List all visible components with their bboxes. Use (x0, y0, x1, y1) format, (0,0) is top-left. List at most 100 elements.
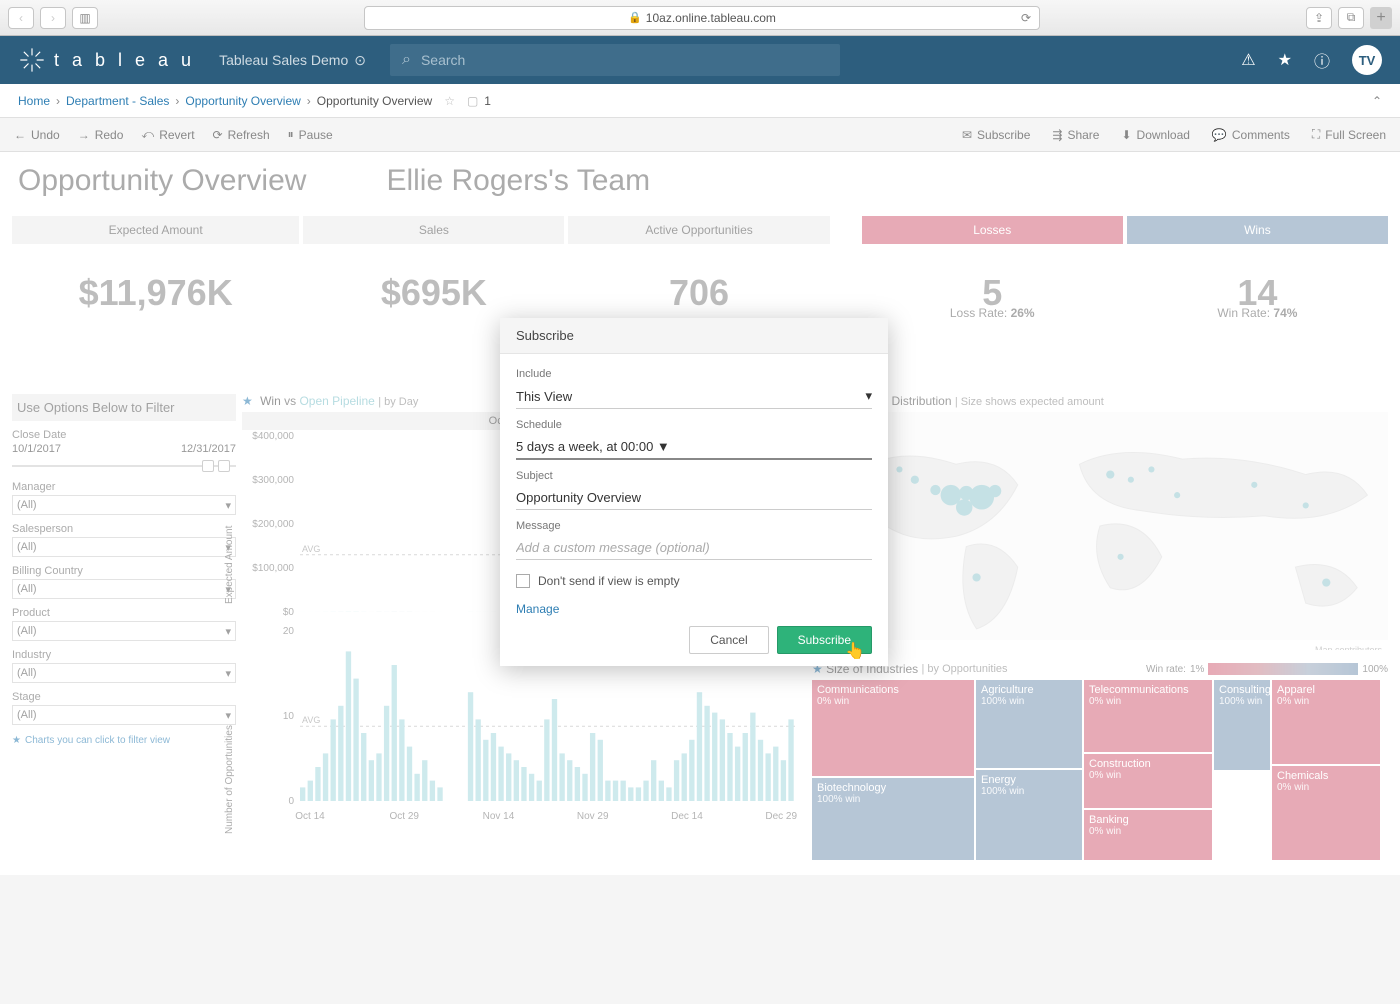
download-icon: ⬇ (1121, 128, 1131, 142)
empty-checkbox[interactable]: Don't send if view is empty (516, 574, 872, 588)
app-header: t a b l e a u Tableau Sales Demo ⊙ ⌕ ⚠ ★… (0, 36, 1400, 84)
undo-icon: ← (14, 128, 26, 142)
treemap-cell[interactable]: Chemicals0% win (1272, 766, 1380, 860)
svg-text:$300,000: $300,000 (252, 475, 294, 486)
forward-button[interactable]: › (40, 7, 66, 29)
mail-icon: ✉ (962, 128, 972, 142)
fullscreen-button[interactable]: ⛶Full Screen (1312, 127, 1386, 142)
treemap-cell[interactable]: Biotechnology100% win (812, 778, 974, 860)
svg-text:AVG: AVG (302, 715, 320, 725)
message-label: Message (516, 520, 872, 532)
sidebar-toggle[interactable]: ▥ (72, 7, 98, 29)
filter-panel: Use Options Below to Filter Close Date 1… (12, 394, 236, 746)
schedule-select[interactable]: 5 days a week, at 00:00 ▼ (516, 435, 872, 460)
subscribe-button[interactable]: ✉Subscribe (962, 127, 1030, 142)
share-button[interactable]: ⇶Share (1052, 127, 1099, 142)
breadcrumb-dept[interactable]: Department - Sales (66, 94, 169, 108)
include-label: Include (516, 368, 872, 380)
collapse-icon[interactable]: ⌃ (1372, 94, 1382, 108)
treemap-cell[interactable]: Telecommunications0% win (1084, 680, 1212, 752)
search-bar[interactable]: ⌕ (390, 44, 840, 76)
svg-text:$0: $0 (283, 607, 295, 618)
svg-text:Dec 14: Dec 14 (671, 811, 703, 822)
kpi-losses[interactable]: Losses 5 Loss Rate: 26% (862, 216, 1123, 332)
message-input[interactable] (516, 536, 872, 560)
filter-industry[interactable]: (All)▾ (12, 663, 236, 683)
breadcrumb-home[interactable]: Home (18, 94, 50, 108)
subject-input[interactable] (516, 486, 872, 510)
treemap[interactable]: Communications0% winBiotechnology100% wi… (812, 680, 1388, 860)
treemap-title: ★ Size of Industries | by Opportunities … (812, 662, 1388, 676)
brand-text: t a b l e a u (54, 50, 195, 71)
svg-text:AVG: AVG (302, 544, 320, 554)
kpi-active[interactable]: Active Opportunities 706 (568, 216, 829, 332)
filter-manager[interactable]: (All)▾ (12, 495, 236, 515)
comments-button[interactable]: 💬Comments (1212, 127, 1290, 142)
filter-country[interactable]: (All)▾ (12, 579, 236, 599)
fullscreen-icon: ⛶ (1312, 127, 1320, 142)
cancel-button[interactable]: Cancel (689, 626, 768, 654)
filter-salesperson[interactable]: (All)▾ (12, 537, 236, 557)
kpi-wins[interactable]: Wins 14 Win Rate: 74% (1127, 216, 1388, 332)
treemap-cell[interactable]: Banking0% win (1084, 810, 1212, 860)
treemap-cell[interactable]: Consulting100% win (1214, 680, 1270, 770)
cursor-icon: 👆 (845, 641, 865, 661)
treemap-area[interactable]: ★ Size of Industries | by Opportunities … (812, 662, 1388, 863)
subscribe-modal: Subscribe Include This View▾ Schedule 5 … (500, 318, 888, 666)
workbook-selector[interactable]: Tableau Sales Demo ⊙ (219, 52, 366, 69)
search-input[interactable] (421, 52, 828, 68)
treemap-cell[interactable]: Energy100% win (976, 770, 1082, 860)
search-icon: ⌕ (402, 51, 411, 69)
star-icon[interactable]: ★ (1278, 50, 1292, 70)
filter-product[interactable]: (All)▾ (12, 621, 236, 641)
world-map[interactable] (812, 412, 1388, 640)
filter-hint: ★Charts you can click to filter view (12, 735, 236, 746)
map-title: ★ Geographic Distribution | Size shows e… (812, 394, 1388, 408)
filter-stage[interactable]: (All)▾ (12, 705, 236, 725)
views-icon: ▢ (467, 94, 478, 108)
map-area[interactable]: ★ Geographic Distribution | Size shows e… (812, 394, 1388, 650)
revert-icon: ⤺ (141, 127, 154, 142)
chevron-down-icon: ▾ (865, 388, 872, 404)
address-bar[interactable]: 🔒 10az.online.tableau.com ⟳ (364, 6, 1040, 30)
subscribe-submit-button[interactable]: Subscribe 👆 (777, 626, 872, 654)
info-icon[interactable]: ⓘ (1314, 48, 1330, 72)
treemap-cell[interactable]: Apparel0% win (1272, 680, 1380, 764)
favorite-icon[interactable]: ☆ (444, 94, 455, 108)
treemap-cell[interactable]: Agriculture100% win (976, 680, 1082, 768)
reload-icon[interactable]: ⟳ (1021, 11, 1031, 25)
comment-icon: 💬 (1212, 128, 1227, 142)
manage-link[interactable]: Manage (516, 602, 559, 616)
redo-button[interactable]: →Redo (78, 128, 124, 142)
avatar[interactable]: TV (1352, 45, 1382, 75)
back-button[interactable]: ‹ (8, 7, 34, 29)
breadcrumb-workbook[interactable]: Opportunity Overview (185, 94, 300, 108)
svg-text:Nov 14: Nov 14 (483, 811, 515, 822)
date-slider[interactable] (12, 459, 236, 473)
treemap-cell[interactable]: Communications0% win (812, 680, 974, 776)
share-button[interactable]: ⇪ (1306, 7, 1332, 29)
treemap-cell[interactable]: Construction0% win (1084, 754, 1212, 808)
refresh-button[interactable]: ⟳Refresh (213, 128, 270, 142)
tabs-button[interactable]: ⧉ (1338, 7, 1364, 29)
url-text: 10az.online.tableau.com (646, 11, 776, 25)
breadcrumb: Home› Department - Sales› Opportunity Ov… (0, 84, 1400, 118)
tableau-logo[interactable]: t a b l e a u (18, 46, 195, 74)
modal-title: Subscribe (500, 318, 888, 354)
lock-icon: 🔒 (628, 11, 642, 24)
toolbar: ←Undo →Redo ⤺Revert ⟳Refresh ⏸Pause ✉Sub… (0, 118, 1400, 152)
pause-button[interactable]: ⏸Pause (288, 127, 333, 142)
kpi-row: Expected Amount $11,976K Sales $695K Act… (12, 216, 1388, 332)
kpi-expected[interactable]: Expected Amount $11,976K (12, 216, 299, 332)
alert-icon[interactable]: ⚠ (1241, 50, 1255, 70)
new-tab-button[interactable]: + (1370, 7, 1392, 29)
tableau-logo-icon (18, 46, 46, 74)
revert-button[interactable]: ⤺Revert (141, 127, 194, 142)
svg-text:$200,000: $200,000 (252, 519, 294, 530)
include-select[interactable]: This View▾ (516, 384, 872, 409)
kpi-sales[interactable]: Sales $695K (303, 216, 564, 332)
breadcrumb-current: Opportunity Overview (317, 94, 432, 108)
download-button[interactable]: ⬇Download (1121, 127, 1189, 142)
pause-icon: ⏸ (288, 127, 294, 142)
undo-button[interactable]: ←Undo (14, 128, 60, 142)
